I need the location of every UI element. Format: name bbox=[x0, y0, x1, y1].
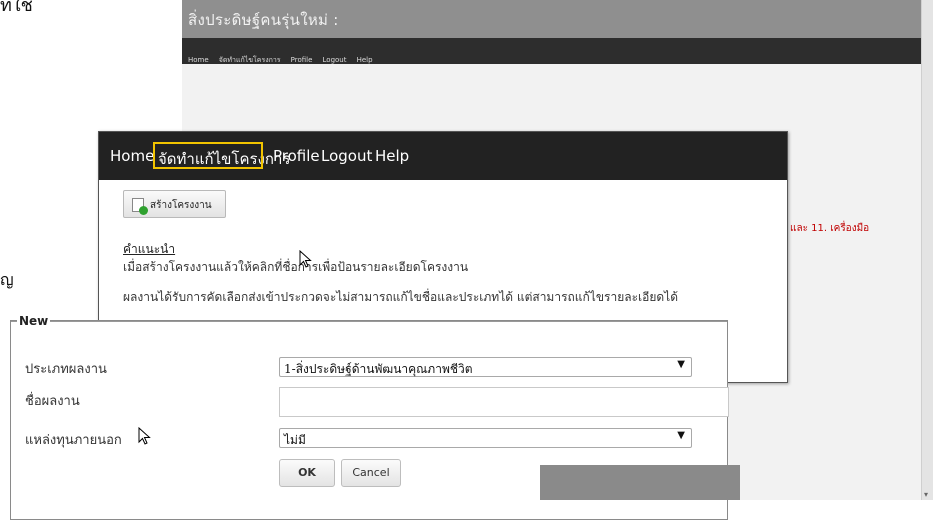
nav-home[interactable]: Home bbox=[110, 147, 154, 165]
type-select[interactable]: 1-สิ่งประดิษฐ์ด้านพัฒนาคุณภาพชีวิต ▼ bbox=[279, 357, 692, 377]
bg-footer-bar bbox=[540, 465, 740, 500]
add-document-icon bbox=[132, 198, 148, 215]
help-text-line-2: ผลงานได้รับการคัดเลือกส่งเข้าประกวดจะไม่… bbox=[123, 290, 679, 304]
mouse-cursor-icon bbox=[299, 250, 312, 268]
scroll-down-arrow-icon[interactable]: ▾ bbox=[924, 490, 928, 499]
bg-nav-manage[interactable]: จัดทำแก้ไขโครงการ bbox=[219, 55, 281, 66]
nav-logout[interactable]: Logout bbox=[321, 147, 372, 165]
triangle-down-icon: ▼ bbox=[677, 359, 685, 370]
help-text-line-1: เมื่อสร้างโครงงานแล้วให้คลิกที่ชื่อการเพ… bbox=[123, 260, 469, 274]
funding-label: แหล่งทุนภายนอก bbox=[25, 433, 122, 448]
highlight-box bbox=[153, 142, 263, 169]
name-label: ชื่อผลงาน bbox=[25, 394, 80, 409]
name-input[interactable] bbox=[279, 387, 729, 417]
help-heading: คำแนะนำ bbox=[123, 242, 176, 256]
create-project-label: สร้างโครงงาน bbox=[150, 200, 212, 211]
nav-help[interactable]: Help bbox=[375, 147, 409, 165]
stray-text-left: ญ bbox=[0, 270, 14, 289]
cancel-button[interactable]: Cancel bbox=[341, 459, 401, 487]
bg-site-title: สิ่งประดิษฐ์คนรุ่นใหม่ : bbox=[188, 11, 339, 29]
mouse-cursor-icon bbox=[138, 427, 151, 445]
bg-navbar: Home จัดทำแก้ไขโครงการ Profile Logout He… bbox=[182, 38, 922, 64]
bg-nav-help[interactable]: Help bbox=[357, 56, 373, 64]
bg-header: สิ่งประดิษฐ์คนรุ่นใหม่ : bbox=[182, 0, 922, 38]
funding-select-value: ไม่มี bbox=[284, 433, 306, 447]
scrollbar[interactable] bbox=[921, 0, 933, 500]
bg-nav-profile[interactable]: Profile bbox=[291, 56, 313, 64]
bg-side-text: และ 11. เครื่องมือ bbox=[790, 223, 870, 234]
navbar: Home จัดทำแก้ไขโครงการ Profile Logout He… bbox=[99, 132, 787, 180]
bg-nav-home[interactable]: Home bbox=[188, 56, 209, 64]
ok-button[interactable]: OK bbox=[279, 459, 335, 487]
funding-select[interactable]: ไม่มี ▼ bbox=[279, 428, 692, 448]
stray-text-top: ที่ใช้ bbox=[0, 0, 33, 16]
type-select-value: 1-สิ่งประดิษฐ์ด้านพัฒนาคุณภาพชีวิต bbox=[284, 362, 473, 376]
create-project-button[interactable]: สร้างโครงงาน bbox=[123, 190, 226, 218]
triangle-down-icon: ▼ bbox=[677, 430, 685, 441]
bg-nav-logout[interactable]: Logout bbox=[323, 56, 347, 64]
nav-profile[interactable]: Profile bbox=[273, 147, 320, 165]
fieldset-legend: New bbox=[17, 314, 51, 328]
type-label: ประเภทผลงาน bbox=[25, 362, 107, 377]
